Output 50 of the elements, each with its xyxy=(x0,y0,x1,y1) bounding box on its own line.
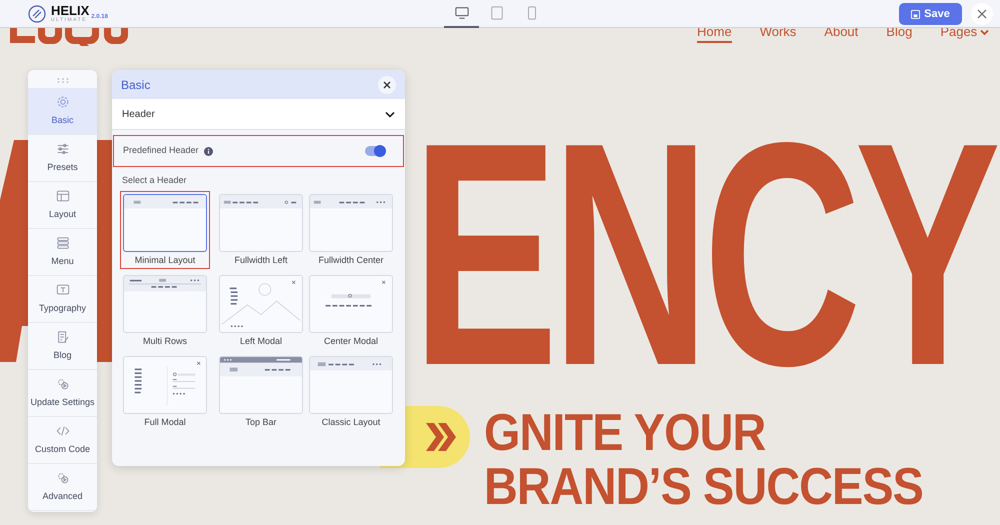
tagline-text: BRAND’S SUCCESS xyxy=(484,460,923,514)
save-icon xyxy=(911,10,920,18)
menu-icon xyxy=(56,236,70,250)
caret-icon xyxy=(980,28,990,36)
sidebar-item[interactable]: Update Settings xyxy=(28,370,97,417)
code-icon xyxy=(56,424,70,438)
desktop-icon xyxy=(454,6,468,20)
document-icon xyxy=(56,330,70,344)
app-name: HELIX xyxy=(51,4,90,16)
header-option[interactable]: Minimal Layout xyxy=(120,190,210,268)
sidebar-item[interactable]: Blog xyxy=(28,323,97,370)
sidebar-item[interactable]: Menu xyxy=(28,229,97,276)
info-icon xyxy=(204,146,213,156)
header-option[interactable]: Classic Layout xyxy=(306,352,396,430)
logo-icon xyxy=(28,4,46,22)
nav-link[interactable]: Home xyxy=(697,24,732,43)
sidebar-item[interactable]: Basic xyxy=(28,88,97,135)
save-button[interactable]: Save xyxy=(899,3,962,25)
header-option[interactable]: Multi Rows xyxy=(120,272,210,350)
section-label: Select a Header xyxy=(122,174,188,187)
header-option[interactable]: Top Bar xyxy=(216,352,306,430)
section-dropdown[interactable]: Header xyxy=(112,99,405,130)
toggle-switch[interactable] xyxy=(365,146,385,156)
header-option[interactable]: Fullwidth Center xyxy=(306,190,396,268)
sidebar-item[interactable]: Custom Code xyxy=(28,417,97,464)
toggle-label: Predefined Header xyxy=(123,144,199,158)
header-option[interactable]: Center Modal xyxy=(306,272,396,350)
layout-icon xyxy=(56,188,70,203)
chevron-down-icon xyxy=(385,110,395,118)
close-button[interactable] xyxy=(378,76,396,94)
chevrons-icon xyxy=(424,421,456,453)
sidebar-item[interactable]: Layout xyxy=(28,182,97,229)
header-option[interactable]: Full Modal xyxy=(120,352,210,430)
close-button[interactable] xyxy=(971,3,993,25)
sidebar-item[interactable]: Presets xyxy=(28,135,97,182)
tablet-icon xyxy=(490,6,504,20)
gears-icon xyxy=(56,470,70,485)
gear-icon xyxy=(56,94,70,109)
drag-handle-icon[interactable] xyxy=(56,78,68,83)
header-option[interactable]: Fullwidth Left xyxy=(216,190,306,268)
sliders-icon xyxy=(56,142,70,156)
nav-link[interactable]: About xyxy=(824,24,858,43)
panel-title: Basic xyxy=(121,76,150,94)
close-icon xyxy=(383,80,391,88)
close-icon xyxy=(977,9,987,19)
gears-icon xyxy=(56,376,70,391)
header-option[interactable]: Left Modal xyxy=(216,272,306,350)
sidebar-item[interactable]: Advanced xyxy=(28,464,97,511)
sidebar-item[interactable]: Typography xyxy=(28,276,97,323)
typography-icon xyxy=(56,282,70,297)
